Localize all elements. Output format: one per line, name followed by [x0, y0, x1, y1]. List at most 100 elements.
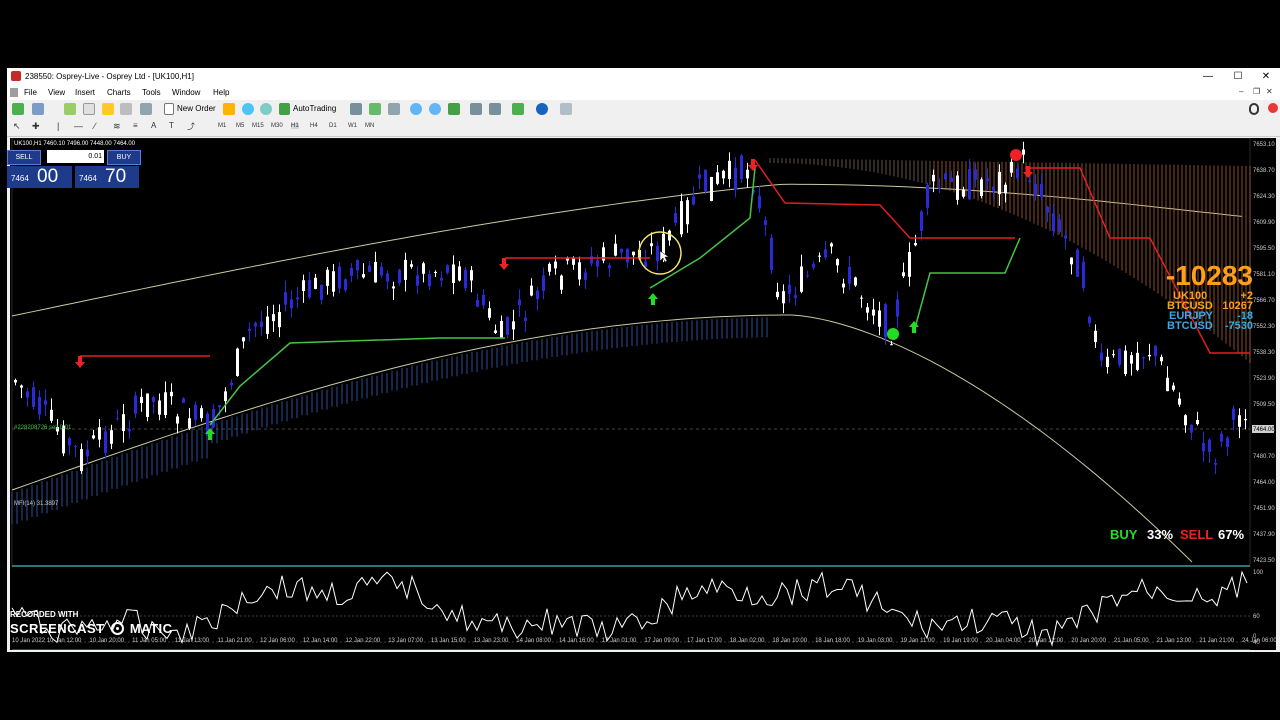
chart-area[interactable]: 7653.10 7638.70 7624.30 7609.90 7595.50 7581.…	[10, 137, 1277, 651]
text-label-icon[interactable]: T	[169, 121, 174, 130]
new-chart-icon[interactable]	[12, 103, 24, 115]
candle-body	[332, 271, 335, 292]
time-tick-label: 20 Jan 12:00	[1029, 638, 1064, 644]
sell-price-box[interactable]: 7464 00	[7, 166, 72, 188]
candle-body	[908, 252, 911, 277]
candle-body	[950, 177, 953, 183]
mdi-minimize-icon[interactable]: –	[1239, 87, 1243, 96]
data-window-icon[interactable]	[83, 103, 95, 115]
candle-body	[458, 266, 461, 281]
menu-insert[interactable]: Insert	[75, 88, 95, 97]
buy-price-box[interactable]: 7464 70	[75, 166, 139, 188]
profiles-icon[interactable]	[32, 103, 44, 115]
line-chart-icon[interactable]	[388, 103, 400, 115]
arrows-icon[interactable]: ⤴	[187, 121, 195, 132]
candle-body	[368, 265, 371, 272]
horizontal-line-icon[interactable]: —	[74, 121, 83, 131]
menu-help[interactable]: Help	[213, 88, 229, 97]
candle-body	[482, 294, 485, 306]
search-icon[interactable]	[1249, 103, 1259, 115]
candle-body	[50, 409, 53, 421]
sell-price-small: 7464	[11, 174, 29, 183]
price-tick-label: 7566.70	[1253, 298, 1275, 304]
menu-window[interactable]: Window	[172, 88, 200, 97]
candle-body	[416, 275, 419, 286]
autotrading-button[interactable]: AutoTrading	[293, 104, 336, 113]
bar-chart-icon[interactable]	[350, 103, 362, 115]
mdi-close-icon[interactable]: ✕	[1266, 87, 1273, 96]
candle-body	[794, 295, 797, 299]
vertical-line-icon[interactable]: |	[57, 121, 59, 131]
candle-body	[968, 169, 971, 200]
buy-button[interactable]: BUY	[107, 150, 141, 165]
menu-charts[interactable]: Charts	[107, 88, 131, 97]
tf-mn[interactable]: MN	[365, 123, 374, 129]
tf-w1[interactable]: W1	[348, 123, 357, 129]
vps-icon[interactable]	[260, 103, 272, 115]
candle-body	[1232, 408, 1235, 420]
candle-body	[386, 273, 389, 282]
app-icon	[11, 71, 21, 81]
envelope-bands	[11, 183, 1243, 563]
menu-file[interactable]: File	[24, 88, 37, 97]
candle-body	[962, 189, 965, 197]
candlestick-icon[interactable]	[369, 103, 381, 115]
navigator-icon[interactable]	[102, 103, 114, 115]
text-icon[interactable]: A	[151, 121, 156, 130]
candle-body	[446, 265, 449, 273]
new-order-icon[interactable]	[164, 103, 174, 115]
chart-shift-icon[interactable]	[470, 103, 482, 115]
trendline-icon[interactable]: ∕	[94, 121, 96, 131]
menu-view[interactable]: View	[48, 88, 65, 97]
close-button[interactable]: ✕	[1251, 69, 1280, 84]
notifications-icon[interactable]	[1268, 103, 1278, 113]
time-tick-label: 20 Jan 04:00	[986, 638, 1021, 644]
candle-body	[248, 328, 251, 331]
channel-icon[interactable]: ≋	[113, 121, 121, 132]
menu-tools[interactable]: Tools	[142, 88, 161, 97]
autoscroll-icon[interactable]	[489, 103, 501, 115]
tile-windows-icon[interactable]	[448, 103, 460, 115]
candle-body	[656, 245, 659, 262]
candle-body	[920, 211, 923, 231]
zoom-out-icon[interactable]	[429, 103, 441, 115]
templates-icon[interactable]	[560, 103, 572, 115]
mfi-level-label: 100	[1253, 570, 1264, 576]
tf-m5[interactable]: M5	[236, 123, 244, 129]
watermark-line1: RECORDED WITH	[10, 610, 79, 619]
zoom-in-icon[interactable]	[410, 103, 422, 115]
lot-size-input[interactable]: 0.01	[47, 150, 104, 163]
autotrading-icon[interactable]	[279, 103, 290, 115]
indicators-icon[interactable]	[512, 103, 524, 115]
mdi-restore-icon[interactable]: ❐	[1253, 87, 1260, 96]
price-chart[interactable]: 7653.10 7638.70 7624.30 7609.90 7595.50 7581.…	[10, 137, 1277, 651]
sell-button[interactable]: SELL	[7, 150, 41, 165]
new-order-button[interactable]: New Order	[177, 104, 216, 113]
signals-icon[interactable]	[242, 103, 254, 115]
crosshair-icon[interactable]: ✚	[32, 121, 40, 132]
metaeditor-icon[interactable]	[223, 103, 235, 115]
maximize-button[interactable]: ☐	[1223, 69, 1253, 84]
strategy-tester-icon[interactable]	[140, 103, 152, 115]
screencast-watermark: RECORDED WITH SCREENCAST MATIC	[10, 610, 173, 636]
candle-body	[308, 279, 311, 298]
tf-m15[interactable]: M15	[252, 123, 264, 129]
periods-icon[interactable]	[536, 103, 548, 115]
tf-d1[interactable]: D1	[329, 123, 337, 129]
market-watch-icon[interactable]	[64, 103, 76, 115]
tf-h1[interactable]: H1	[291, 123, 299, 129]
candle-body	[188, 418, 191, 429]
terminal-icon[interactable]	[120, 103, 132, 115]
candle-body	[926, 185, 929, 208]
tf-h4[interactable]: H4	[310, 123, 318, 129]
cursor-icon[interactable]: ↖	[13, 121, 21, 132]
candle-body	[170, 391, 173, 397]
tf-m1[interactable]: M1	[218, 123, 226, 129]
candle-body	[896, 299, 899, 317]
candle-body	[1106, 356, 1109, 368]
tf-m30[interactable]: M30	[271, 123, 283, 129]
candle-body	[272, 314, 275, 322]
minimize-button[interactable]: —	[1193, 69, 1223, 84]
candle-body	[182, 398, 185, 403]
fibonacci-icon[interactable]: ≡	[133, 121, 138, 130]
